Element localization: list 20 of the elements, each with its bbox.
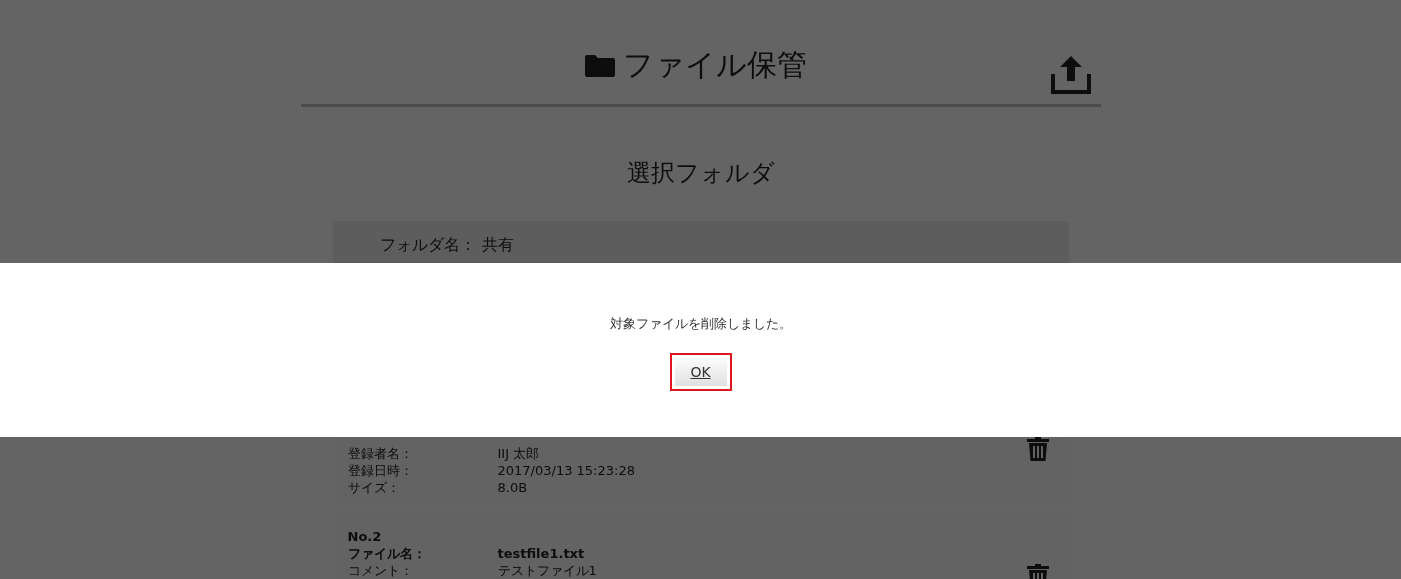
folder-name-value: 共有 xyxy=(481,235,514,256)
folder-name-label: フォルダ名： xyxy=(379,235,476,256)
dialog-message: 対象ファイルを削除しました。 xyxy=(609,315,792,333)
file-number: No.2 xyxy=(347,528,383,545)
field-label: 登録者名： xyxy=(347,445,414,462)
field-value: 2017/03/13 15:23:28 xyxy=(497,462,635,479)
section-title: 選択フォルダ xyxy=(625,158,776,189)
upload-icon[interactable] xyxy=(1050,56,1091,94)
field-label: ファイル名： xyxy=(347,545,427,562)
field-label: 登録日時： xyxy=(347,462,414,479)
field-label: コメント： xyxy=(347,562,414,579)
page-title: ファイル保管 xyxy=(622,46,807,84)
field-value: 8.0B xyxy=(497,479,528,496)
folder-icon xyxy=(584,54,615,77)
ok-button[interactable]: OK xyxy=(669,353,732,391)
field-value: testfile1.txt xyxy=(497,545,585,562)
field-value: IIJ 太郎 xyxy=(497,445,540,462)
field-label: サイズ： xyxy=(347,479,401,496)
field-value: テストファイル1 xyxy=(497,562,597,579)
trash-icon[interactable] xyxy=(1026,437,1049,461)
